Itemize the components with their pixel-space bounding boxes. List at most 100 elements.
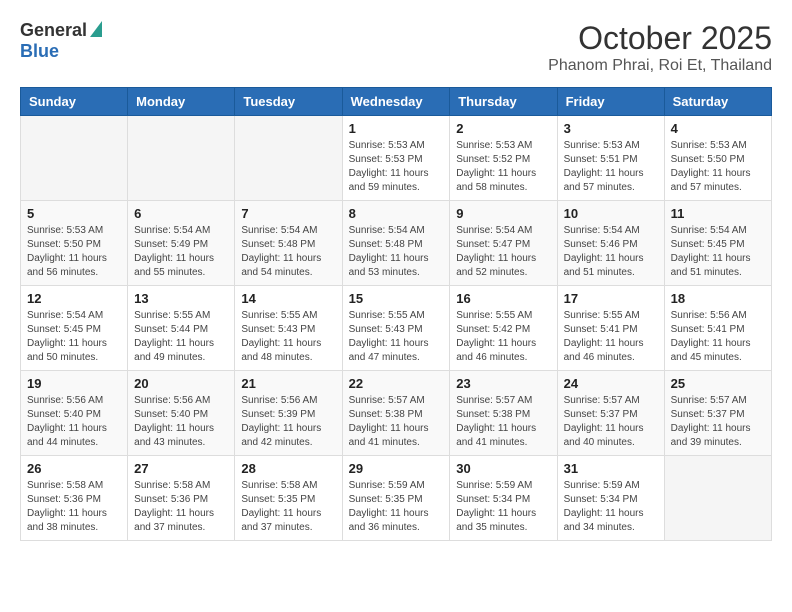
calendar-cell: 12 Sunrise: 5:54 AMSunset: 5:45 PMDayligh… [21,286,128,371]
calendar-week-row: 12 Sunrise: 5:54 AMSunset: 5:45 PMDayligh… [21,286,772,371]
day-info: Sunrise: 5:59 AMSunset: 5:35 PMDaylight:… [349,479,444,535]
calendar-cell: 9 Sunrise: 5:54 AMSunset: 5:47 PMDaylight… [450,201,557,286]
day-number: 30 [456,461,550,476]
calendar-week-row: 1 Sunrise: 5:53 AMSunset: 5:53 PMDaylight… [21,116,772,201]
day-header-thursday: Thursday [450,88,557,116]
day-number: 4 [671,121,765,136]
calendar-cell: 24 Sunrise: 5:57 AMSunset: 5:37 PMDayligh… [557,371,664,456]
calendar-cell [128,116,235,201]
day-info: Sunrise: 5:58 AMSunset: 5:36 PMDaylight:… [134,479,228,535]
calendar-cell: 6Sunrise: 5:54 AMSunset: 5:49 PMDaylight… [128,201,235,286]
day-info: Sunrise: 5:55 AMSunset: 5:41 PMDaylight:… [564,309,658,365]
day-number: 27 [134,461,228,476]
calendar-cell: 18 Sunrise: 5:56 AMSunset: 5:41 PMDayligh… [664,286,771,371]
location-title: Phanom Phrai, Roi Et, Thailand [548,57,772,75]
month-title: October 2025 [548,20,772,57]
calendar-cell: 16Sunrise: 5:55 AMSunset: 5:42 PMDayligh… [450,286,557,371]
day-number: 16 [456,291,550,306]
calendar-cell: 3Sunrise: 5:53 AMSunset: 5:51 PMDaylight… [557,116,664,201]
day-header-friday: Friday [557,88,664,116]
day-info: Sunrise: 5:54 AMSunset: 5:45 PMDaylight:… [671,224,765,280]
day-info: Sunrise: 5:57 AMSunset: 5:37 PMDaylight:… [671,394,765,450]
day-number: 18 [671,291,765,306]
day-number: 28 [241,461,335,476]
day-info: Sunrise: 5:54 AMSunset: 5:48 PMDaylight:… [241,224,335,280]
calendar-week-row: 26 Sunrise: 5:58 AMSunset: 5:36 PMDayligh… [21,456,772,541]
day-number: 20 [134,376,228,391]
calendar-cell: 20 Sunrise: 5:56 AMSunset: 5:40 PMDayligh… [128,371,235,456]
day-number: 5 [27,206,121,221]
day-info: Sunrise: 5:58 AMSunset: 5:35 PMDaylight:… [241,479,335,535]
page: General Blue October 2025 Phanom Phrai, … [0,0,792,551]
day-info: Sunrise: 5:56 AMSunset: 5:40 PMDaylight:… [27,394,121,450]
day-number: 12 [27,291,121,306]
day-number: 21 [241,376,335,391]
calendar-cell: 7 Sunrise: 5:54 AMSunset: 5:48 PMDaylight… [235,201,342,286]
calendar-cell: 26 Sunrise: 5:58 AMSunset: 5:36 PMDayligh… [21,456,128,541]
day-info: Sunrise: 5:56 AMSunset: 5:39 PMDaylight:… [241,394,335,450]
logo: General Blue [20,20,102,62]
day-number: 24 [564,376,658,391]
day-info: Sunrise: 5:58 AMSunset: 5:36 PMDaylight:… [27,479,121,535]
day-number: 23 [456,376,550,391]
calendar-cell: 23 Sunrise: 5:57 AMSunset: 5:38 PMDayligh… [450,371,557,456]
day-info: Sunrise: 5:54 AMSunset: 5:47 PMDaylight:… [456,224,550,280]
day-header-wednesday: Wednesday [342,88,450,116]
calendar-cell: 29 Sunrise: 5:59 AMSunset: 5:35 PMDayligh… [342,456,450,541]
calendar-table: SundayMondayTuesdayWednesdayThursdayFrid… [20,87,772,541]
day-number: 1 [349,121,444,136]
day-info: Sunrise: 5:53 AMSunset: 5:52 PMDaylight:… [456,139,550,195]
day-number: 26 [27,461,121,476]
day-number: 8 [349,206,444,221]
calendar-cell: 15 Sunrise: 5:55 AMSunset: 5:43 PMDayligh… [342,286,450,371]
day-info: Sunrise: 5:59 AMSunset: 5:34 PMDaylight:… [564,479,658,535]
day-number: 3 [564,121,658,136]
day-info: Sunrise: 5:54 AMSunset: 5:46 PMDaylight:… [564,224,658,280]
day-number: 2 [456,121,550,136]
day-info: Sunrise: 5:53 AMSunset: 5:50 PMDaylight:… [27,224,121,280]
calendar-cell: 25 Sunrise: 5:57 AMSunset: 5:37 PMDayligh… [664,371,771,456]
calendar-week-row: 5 Sunrise: 5:53 AMSunset: 5:50 PMDaylight… [21,201,772,286]
day-info: Sunrise: 5:54 AMSunset: 5:48 PMDaylight:… [349,224,444,280]
calendar-cell: 14Sunrise: 5:55 AMSunset: 5:43 PMDayligh… [235,286,342,371]
calendar-cell: 31 Sunrise: 5:59 AMSunset: 5:34 PMDayligh… [557,456,664,541]
calendar-cell: 17 Sunrise: 5:55 AMSunset: 5:41 PMDayligh… [557,286,664,371]
day-info: Sunrise: 5:57 AMSunset: 5:38 PMDaylight:… [456,394,550,450]
day-number: 10 [564,206,658,221]
day-number: 11 [671,206,765,221]
day-info: Sunrise: 5:55 AMSunset: 5:43 PMDaylight:… [349,309,444,365]
day-info: Sunrise: 5:59 AMSunset: 5:34 PMDaylight:… [456,479,550,535]
calendar-cell: 5 Sunrise: 5:53 AMSunset: 5:50 PMDaylight… [21,201,128,286]
day-number: 7 [241,206,335,221]
calendar-cell: 21 Sunrise: 5:56 AMSunset: 5:39 PMDayligh… [235,371,342,456]
logo-triangle-icon [90,21,102,42]
day-number: 17 [564,291,658,306]
day-number: 15 [349,291,444,306]
day-number: 22 [349,376,444,391]
calendar-cell: 10 Sunrise: 5:54 AMSunset: 5:46 PMDayligh… [557,201,664,286]
title-section: October 2025 Phanom Phrai, Roi Et, Thail… [548,20,772,75]
day-number: 9 [456,206,550,221]
calendar-cell: 28 Sunrise: 5:58 AMSunset: 5:35 PMDayligh… [235,456,342,541]
day-info: Sunrise: 5:56 AMSunset: 5:41 PMDaylight:… [671,309,765,365]
day-number: 25 [671,376,765,391]
calendar-cell [664,456,771,541]
calendar-cell: 27 Sunrise: 5:58 AMSunset: 5:36 PMDayligh… [128,456,235,541]
calendar-cell: 13Sunrise: 5:55 AMSunset: 5:44 PMDayligh… [128,286,235,371]
day-number: 29 [349,461,444,476]
day-number: 31 [564,461,658,476]
day-info: Sunrise: 5:57 AMSunset: 5:37 PMDaylight:… [564,394,658,450]
calendar-cell [21,116,128,201]
calendar-cell: 19 Sunrise: 5:56 AMSunset: 5:40 PMDayligh… [21,371,128,456]
calendar-cell: 22Sunrise: 5:57 AMSunset: 5:38 PMDayligh… [342,371,450,456]
day-number: 19 [27,376,121,391]
day-info: Sunrise: 5:54 AMSunset: 5:45 PMDaylight:… [27,309,121,365]
day-info: Sunrise: 5:56 AMSunset: 5:40 PMDaylight:… [134,394,228,450]
logo-general-text: General [20,20,87,41]
calendar-cell: 30 Sunrise: 5:59 AMSunset: 5:34 PMDayligh… [450,456,557,541]
calendar-cell: 2 Sunrise: 5:53 AMSunset: 5:52 PMDaylight… [450,116,557,201]
calendar-cell: 4Sunrise: 5:53 AMSunset: 5:50 PMDaylight… [664,116,771,201]
day-info: Sunrise: 5:53 AMSunset: 5:53 PMDaylight:… [349,139,444,195]
day-header-tuesday: Tuesday [235,88,342,116]
calendar-cell: 8 Sunrise: 5:54 AMSunset: 5:48 PMDaylight… [342,201,450,286]
